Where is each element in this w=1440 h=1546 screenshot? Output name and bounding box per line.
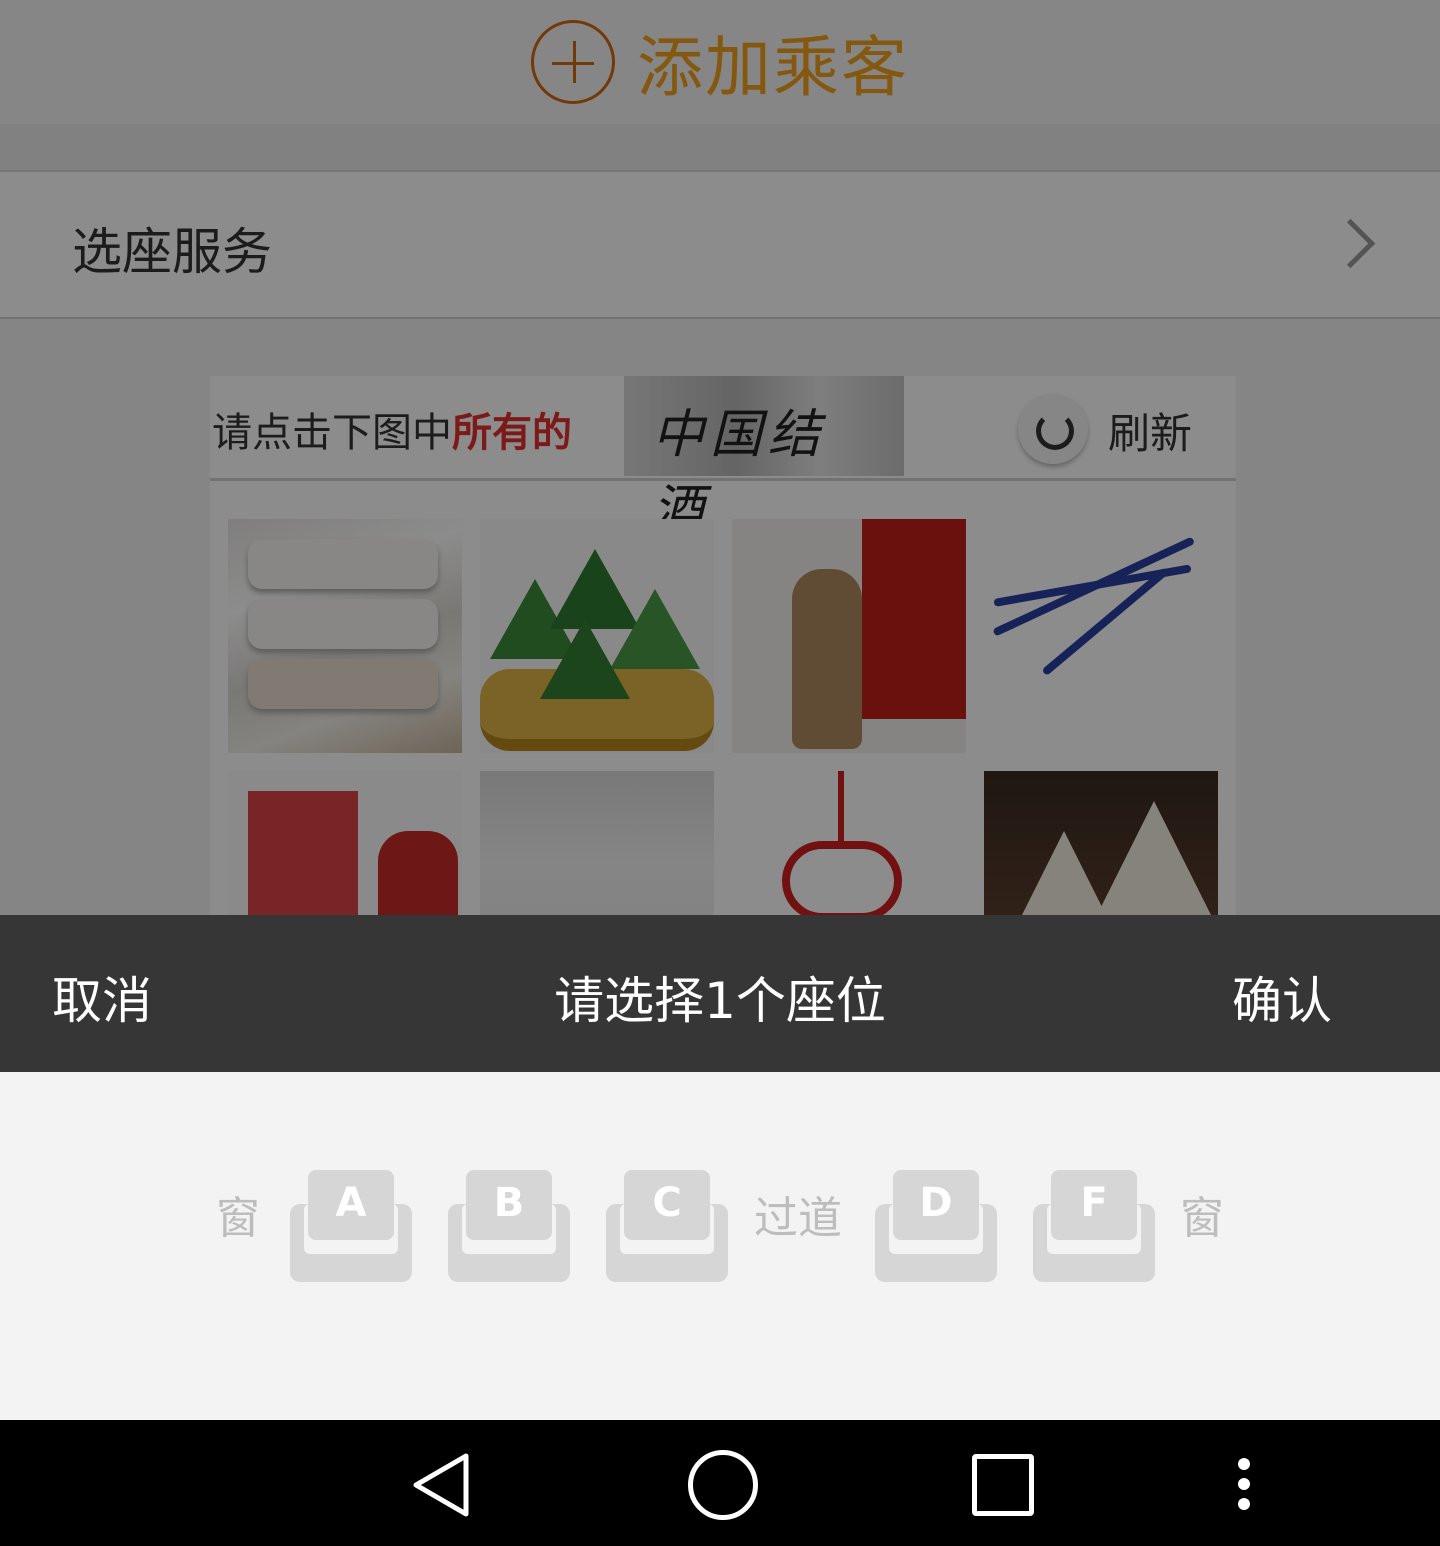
seat-a[interactable]: A (290, 1170, 412, 1282)
system-nav-bar (0, 1420, 1440, 1546)
confirm-button[interactable]: 确认 (1232, 961, 1332, 1033)
seat-d[interactable]: D (875, 1170, 997, 1282)
seat-b[interactable]: B (448, 1170, 570, 1282)
seat-letter: C (652, 1180, 682, 1226)
seat-map: 窗 A B C 过道 D F 窗 (0, 1072, 1440, 1420)
menu-icon[interactable] (1238, 1458, 1252, 1518)
background-page: 添加乘客 选座服务 请点击下图中所有的 中国结 酒 刷新 (0, 0, 1440, 916)
seat-letter: D (919, 1180, 953, 1226)
left-window-label: 窗 (216, 1193, 260, 1244)
modal-overlay[interactable] (0, 0, 1440, 915)
seat-letter: A (335, 1180, 367, 1226)
seat-letter: B (493, 1180, 525, 1226)
right-window-label: 窗 (1180, 1193, 1224, 1244)
aisle-label: 过道 (754, 1193, 842, 1244)
seat-picker-title: 请选择1个座位 (554, 972, 886, 1030)
seat-f[interactable]: F (1033, 1170, 1155, 1282)
home-icon[interactable] (688, 1450, 758, 1520)
seat-picker-toolbar: 取消 请选择1个座位 确认 (0, 915, 1440, 1072)
recent-apps-icon[interactable] (972, 1454, 1034, 1516)
seat-c[interactable]: C (606, 1170, 728, 1282)
back-icon[interactable] (410, 1452, 472, 1518)
seat-letter: F (1080, 1180, 1108, 1226)
